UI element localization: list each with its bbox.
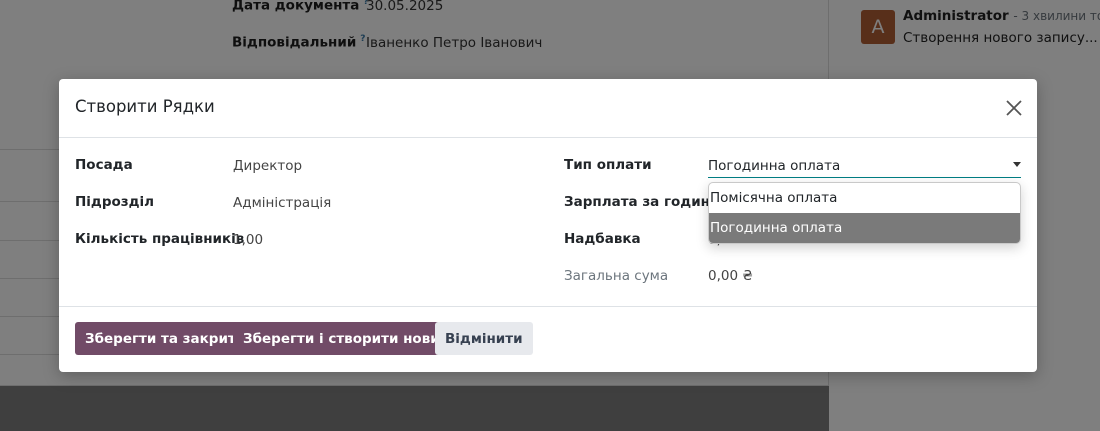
field-employee-count[interactable]: 1,00 — [233, 232, 263, 248]
modal-body: Посада Директор Підрозділ Адміністрація … — [59, 138, 1037, 306]
payment-type-value: Погодинна оплата — [708, 158, 841, 174]
modal-footer: Зберегти та закрити Зберегти і створити … — [59, 306, 1037, 372]
modal-title: Створити Рядки — [75, 97, 215, 116]
payment-type-dropdown: Помісячна оплата Погодинна оплата — [708, 182, 1021, 244]
create-lines-dialog: Створити Рядки Посада Директор Підрозділ… — [59, 79, 1037, 372]
field-department[interactable]: Адміністрація — [233, 195, 331, 211]
field-total: 0,00 ₴ — [708, 268, 753, 284]
option-monthly-payment[interactable]: Помісячна оплата — [709, 183, 1020, 213]
label-payment-type: Тип оплати — [564, 157, 652, 173]
field-position[interactable]: Директор — [233, 158, 302, 174]
cancel-button[interactable]: Відмінити — [435, 322, 533, 355]
payment-type-select[interactable]: Погодинна оплата — [708, 156, 1021, 178]
label-total: Загальна сума — [564, 268, 669, 284]
label-position: Посада — [75, 157, 133, 173]
save-and-new-button[interactable]: Зберегти і створити новий — [233, 322, 460, 355]
close-icon — [1006, 100, 1022, 116]
chevron-down-icon — [1013, 162, 1021, 167]
save-and-close-button[interactable]: Зберегти та закрити — [75, 322, 256, 355]
label-employee-count: Кількість працівників — [75, 231, 245, 247]
option-hourly-payment[interactable]: Погодинна оплата — [709, 213, 1020, 243]
close-button[interactable] — [1003, 97, 1025, 119]
label-hourly-rate: Зарплата за годину — [564, 194, 719, 210]
modal-header: Створити Рядки — [59, 79, 1037, 138]
label-bonus: Надбавка — [564, 231, 641, 247]
label-department: Підрозділ — [75, 194, 155, 210]
